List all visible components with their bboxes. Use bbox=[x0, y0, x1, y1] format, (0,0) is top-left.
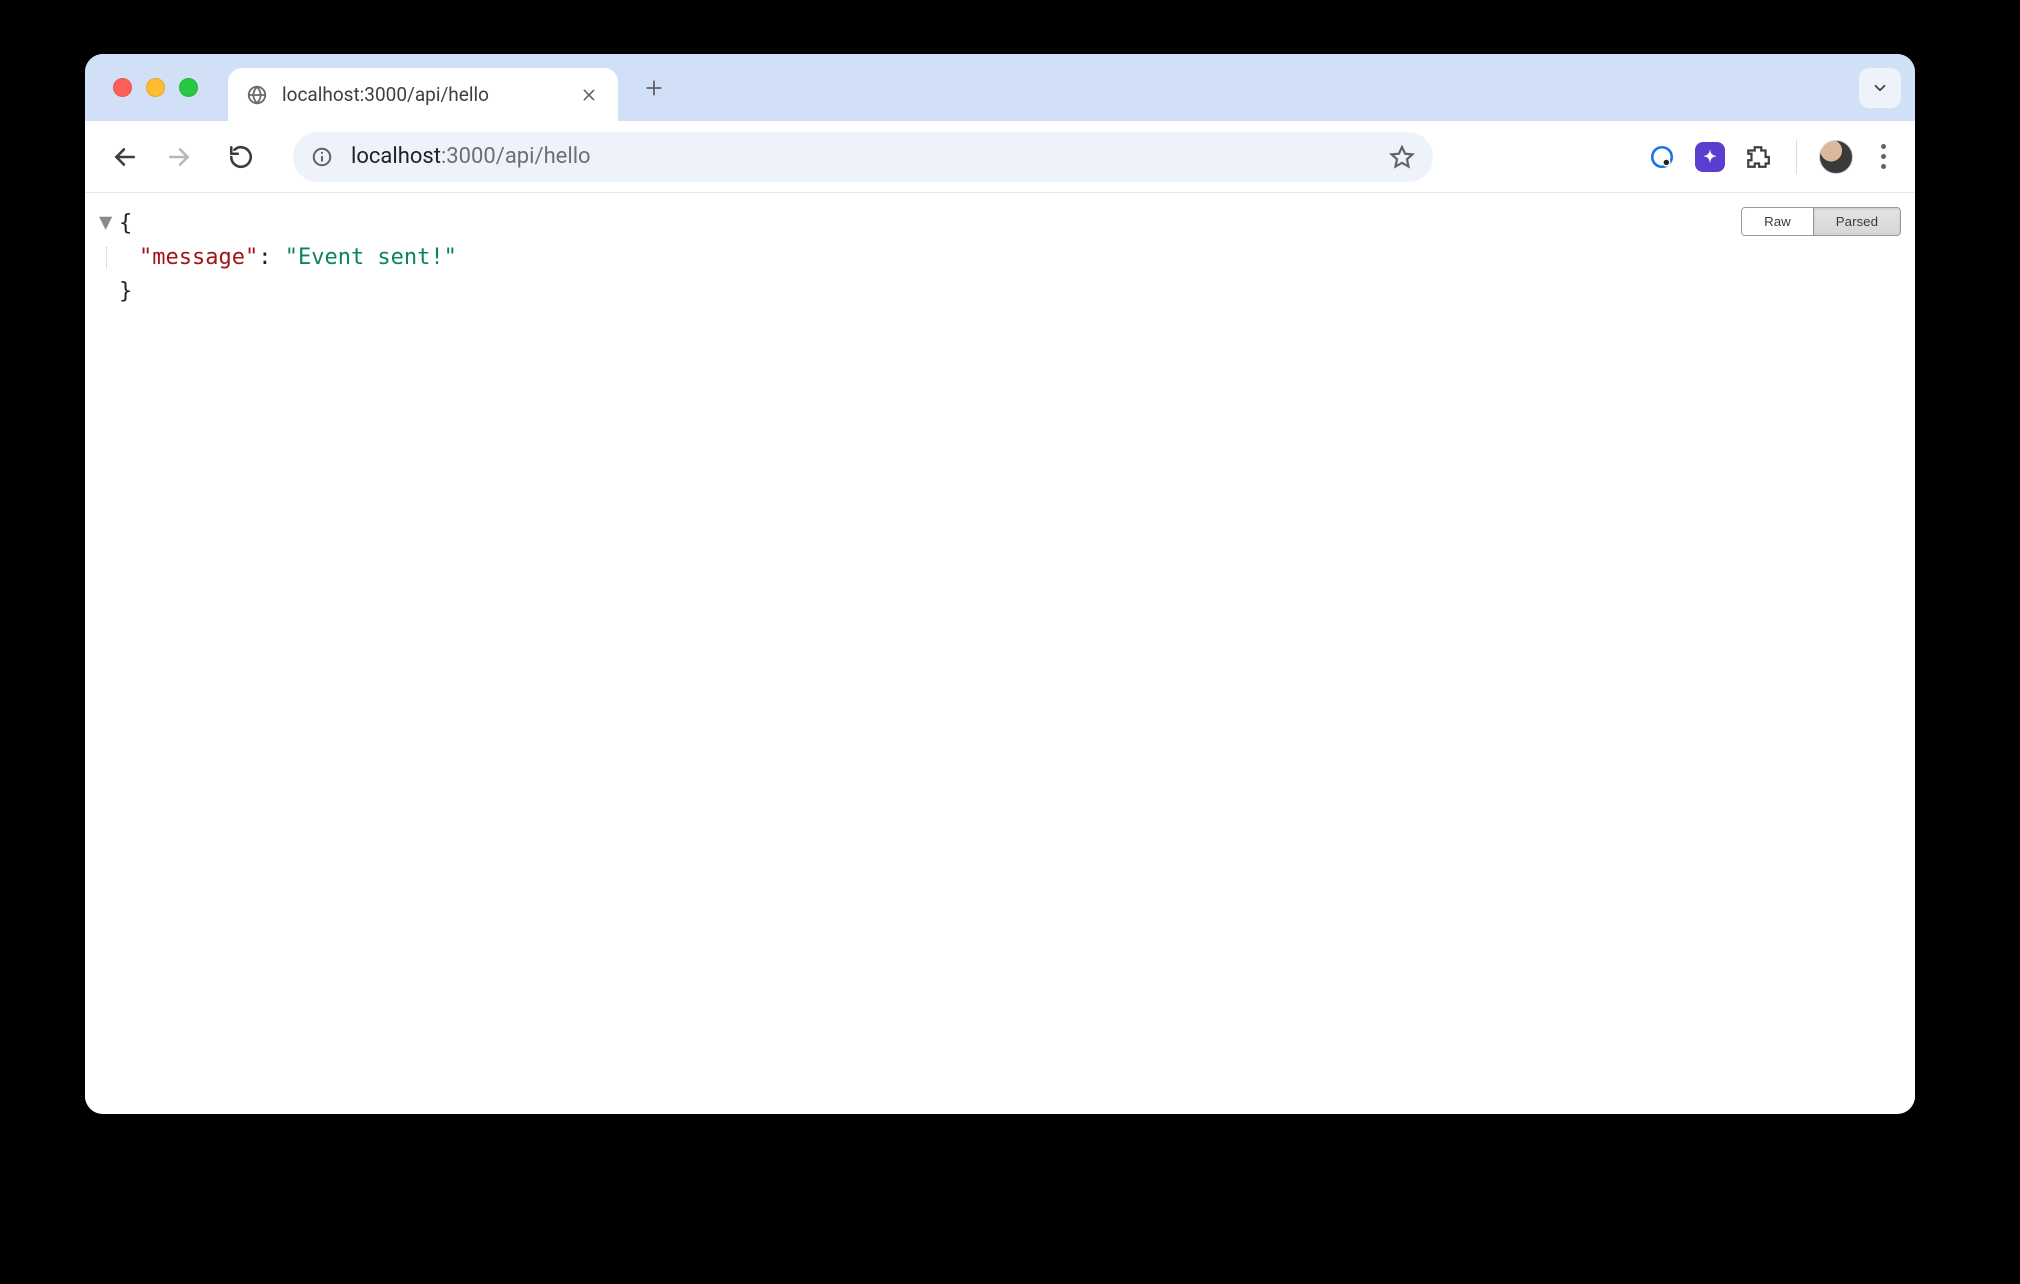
window-minimize-button[interactable] bbox=[146, 78, 165, 97]
tab-title: localhost:3000/api/hello bbox=[282, 83, 489, 106]
window-close-button[interactable] bbox=[113, 78, 132, 97]
forward-button[interactable] bbox=[157, 135, 201, 179]
parsed-toggle[interactable]: Parsed bbox=[1813, 208, 1900, 235]
tabstrip: localhost:3000/api/hello bbox=[85, 54, 1915, 121]
profile-avatar[interactable] bbox=[1819, 140, 1853, 174]
url-text: localhost:3000/api/hello bbox=[351, 144, 591, 169]
json-value: "Event sent!" bbox=[285, 245, 457, 270]
site-info-icon[interactable] bbox=[311, 146, 333, 168]
bookmark-button[interactable] bbox=[1389, 144, 1415, 170]
json-close-brace: } bbox=[119, 279, 132, 304]
disclosure-triangle-icon[interactable]: ▼ bbox=[99, 206, 115, 240]
raw-toggle[interactable]: Raw bbox=[1742, 208, 1813, 235]
json-viewer[interactable]: ▼{ "message": "Event sent!" } bbox=[99, 207, 1901, 309]
indent-guide bbox=[106, 247, 107, 269]
address-bar[interactable]: localhost:3000/api/hello bbox=[293, 132, 1433, 182]
json-view-toggle: Raw Parsed bbox=[1741, 207, 1901, 236]
window-zoom-button[interactable] bbox=[179, 78, 198, 97]
toolbar-actions: ✦ bbox=[1646, 140, 1897, 174]
toolbar: localhost:3000/api/hello ✦ bbox=[85, 121, 1915, 193]
separator bbox=[1796, 140, 1797, 174]
json-colon: : bbox=[258, 245, 285, 270]
globe-icon bbox=[246, 84, 268, 106]
tab-search-button[interactable] bbox=[1859, 68, 1901, 108]
window-controls bbox=[113, 78, 198, 97]
page-content: Raw Parsed ▼{ "message": "Event sent!" } bbox=[85, 193, 1915, 1114]
browser-menu-button[interactable] bbox=[1869, 140, 1897, 174]
tab-close-button[interactable] bbox=[578, 84, 600, 106]
extensions-button[interactable] bbox=[1742, 141, 1774, 173]
json-key: "message" bbox=[139, 245, 258, 270]
json-open-brace: { bbox=[119, 211, 132, 236]
url-path: :3000/api/hello bbox=[441, 144, 591, 169]
reload-button[interactable] bbox=[219, 135, 263, 179]
extension-1-icon[interactable] bbox=[1646, 141, 1678, 173]
url-host: localhost bbox=[351, 144, 441, 169]
browser-tab[interactable]: localhost:3000/api/hello bbox=[228, 68, 618, 121]
browser-window: localhost:3000/api/hello bbox=[85, 54, 1915, 1114]
new-tab-button[interactable] bbox=[634, 68, 674, 108]
extension-2-icon[interactable]: ✦ bbox=[1694, 141, 1726, 173]
back-button[interactable] bbox=[103, 135, 147, 179]
